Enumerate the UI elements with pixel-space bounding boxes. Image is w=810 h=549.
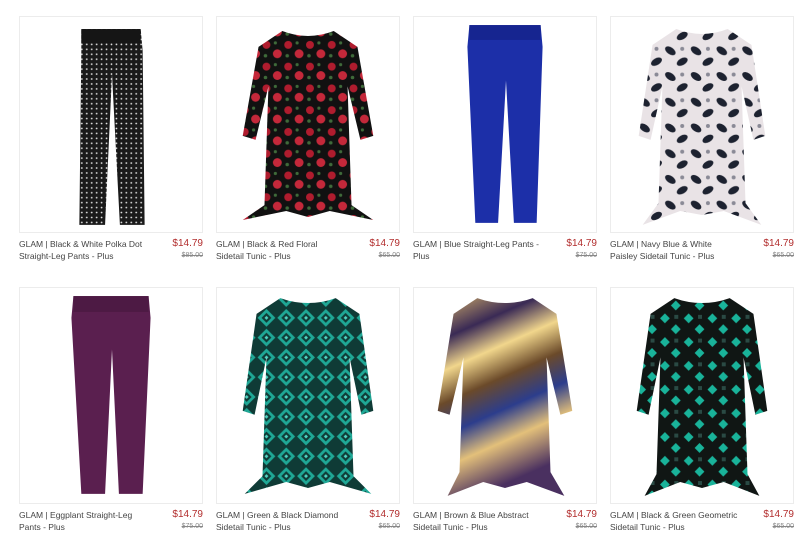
product-price: $14.79 [763, 238, 794, 249]
product-image[interactable] [19, 16, 203, 233]
product-price: $14.79 [172, 238, 203, 249]
pants-image [79, 29, 145, 225]
product-title[interactable]: GLAM | Blue Straight-Leg Pants - Plus [413, 238, 541, 262]
tunic-image [638, 29, 766, 225]
product-original-price: $75.00 [575, 252, 597, 259]
product-image[interactable] [413, 16, 597, 233]
product-card[interactable]: GLAM | Black & Green Geometric Sidetail … [610, 287, 794, 549]
product-title[interactable]: GLAM | Navy Blue & White Paisley Sidetai… [610, 238, 738, 262]
tunic-image [636, 298, 768, 496]
product-card[interactable]: GLAM | Black & Red Floral Sidetail Tunic… [216, 16, 400, 278]
product-title[interactable]: GLAM | Black & Red Floral Sidetail Tunic… [216, 238, 344, 262]
product-title[interactable]: GLAM | Brown & Blue Abstract Sidetail Tu… [413, 509, 541, 533]
product-price: $14.79 [566, 509, 597, 520]
product-card[interactable]: GLAM | Navy Blue & White Paisley Sidetai… [610, 16, 794, 278]
product-original-price: $85.00 [181, 252, 203, 259]
product-card[interactable]: GLAM | Eggplant Straight-Leg Pants - Plu… [19, 287, 203, 549]
product-card[interactable]: GLAM | Blue Straight-Leg Pants - Plus $1… [413, 16, 597, 278]
product-image[interactable] [610, 287, 794, 504]
product-card[interactable]: GLAM | Green & Black Diamond Sidetail Tu… [216, 287, 400, 549]
product-original-price: $75.00 [181, 523, 203, 530]
product-image[interactable] [216, 287, 400, 504]
product-title[interactable]: GLAM | Green & Black Diamond Sidetail Tu… [216, 509, 344, 533]
tunic-image [242, 298, 374, 494]
product-image[interactable] [19, 287, 203, 504]
product-card[interactable]: GLAM | Black & White Polka Dot Straight-… [19, 16, 203, 278]
product-original-price: $65.00 [378, 523, 400, 530]
product-original-price: $65.00 [772, 252, 794, 259]
product-price: $14.79 [763, 509, 794, 520]
pants-image [467, 25, 543, 223]
product-grid: GLAM | Black & White Polka Dot Straight-… [0, 0, 810, 547]
product-price: $14.79 [369, 238, 400, 249]
product-image[interactable] [610, 16, 794, 233]
product-title[interactable]: GLAM | Black & White Polka Dot Straight-… [19, 238, 147, 262]
product-original-price: $65.00 [575, 523, 597, 530]
product-original-price: $65.00 [378, 252, 400, 259]
pants-image [71, 296, 151, 494]
product-card[interactable]: GLAM | Brown & Blue Abstract Sidetail Tu… [413, 287, 597, 549]
product-title[interactable]: GLAM | Eggplant Straight-Leg Pants - Plu… [19, 509, 147, 533]
tunic-image [437, 298, 573, 496]
product-title[interactable]: GLAM | Black & Green Geometric Sidetail … [610, 509, 738, 533]
product-image[interactable] [413, 287, 597, 504]
tunic-image [242, 31, 374, 220]
product-price: $14.79 [172, 509, 203, 520]
product-price: $14.79 [369, 509, 400, 520]
product-image[interactable] [216, 16, 400, 233]
product-original-price: $65.00 [772, 523, 794, 530]
product-price: $14.79 [566, 238, 597, 249]
